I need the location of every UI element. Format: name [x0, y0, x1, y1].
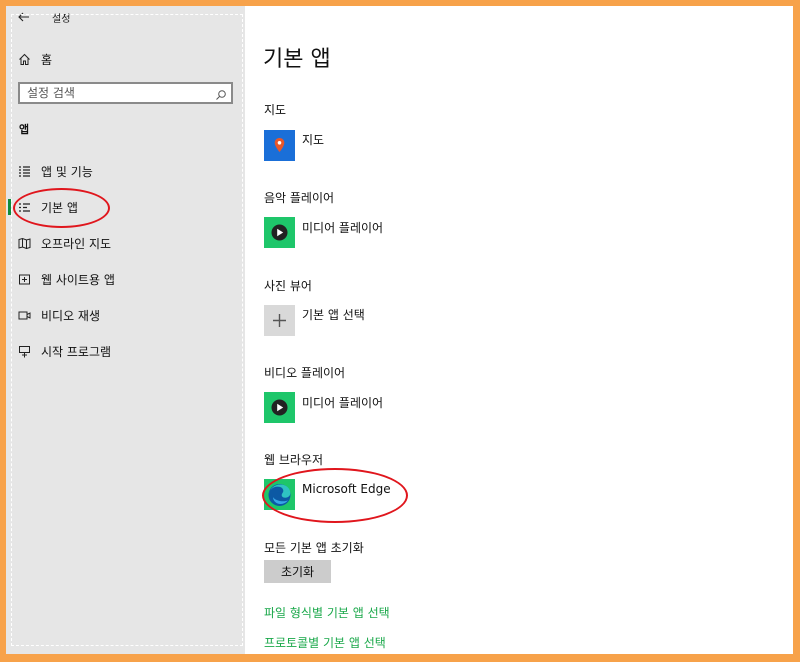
sidebar-item-default-apps[interactable]: 기본 앱 — [6, 193, 245, 221]
sidebar-item-offline-maps[interactable]: 오프라인 지도 — [6, 229, 245, 257]
app-name-video-player[interactable]: 미디어 플레이어 — [302, 394, 383, 411]
video-playback-icon — [17, 308, 31, 322]
app-name-web-browser[interactable]: Microsoft Edge — [302, 482, 391, 496]
settings-window: 설정 홈 앱 앱 및 기능 기본 앱 — [6, 6, 793, 654]
search-input[interactable] — [20, 84, 217, 102]
active-indicator — [8, 199, 11, 215]
app-name-maps[interactable]: 지도 — [302, 131, 324, 148]
apps-for-websites-icon — [17, 272, 31, 286]
sidebar-item-apps-features[interactable]: 앱 및 기능 — [6, 157, 245, 185]
group-label-photo-viewer: 사진 뷰어 — [264, 279, 312, 293]
app-name-music-player[interactable]: 미디어 플레이어 — [302, 219, 383, 236]
sidebar-item-apps-for-websites[interactable]: 웹 사이트용 앱 — [6, 265, 245, 293]
music-player-app-tile[interactable] — [264, 217, 295, 248]
group-label-video-player: 비디오 플레이어 — [264, 366, 346, 380]
photo-viewer-app-tile[interactable] — [264, 305, 295, 336]
sidebar-item-label: 시작 프로그램 — [41, 344, 112, 359]
sidebar-item-video-playback[interactable]: 비디오 재생 — [6, 301, 245, 329]
maps-app-icon — [274, 138, 285, 152]
plus-icon — [273, 314, 286, 327]
sidebar-item-label: 앱 및 기능 — [41, 164, 93, 179]
page-title: 기본 앱 — [263, 47, 331, 72]
home-icon — [17, 52, 31, 66]
startup-icon — [17, 344, 31, 358]
apps-features-icon — [17, 164, 31, 178]
sidebar-item-label: 오프라인 지도 — [41, 236, 112, 251]
home-label: 홈 — [41, 52, 53, 67]
main-panel: 기본 앱 지도 지도 음악 플레이어 미디어 플레이어 사진 뷰어 기본 앱 선… — [245, 6, 793, 654]
offline-maps-icon — [17, 236, 31, 250]
back-button[interactable] — [14, 8, 34, 26]
group-label-music-player: 음악 플레이어 — [264, 191, 335, 205]
section-label-apps: 앱 — [19, 123, 30, 136]
home-nav-item[interactable]: 홈 — [17, 48, 237, 70]
default-apps-icon — [17, 200, 31, 214]
window-title: 설정 — [52, 14, 71, 25]
media-player-icon — [271, 224, 288, 241]
link-choose-by-protocol[interactable]: 프로토콜별 기본 앱 선택 — [264, 634, 386, 651]
sidebar-item-label: 웹 사이트용 앱 — [41, 272, 115, 287]
web-browser-app-tile[interactable] — [264, 479, 295, 510]
reset-button[interactable]: 초기화 — [264, 560, 331, 583]
sidebar: 설정 홈 앱 앱 및 기능 기본 앱 — [6, 6, 245, 654]
search-icon[interactable] — [215, 86, 227, 105]
video-player-app-tile[interactable] — [264, 392, 295, 423]
sidebar-item-label: 기본 앱 — [41, 200, 78, 215]
back-arrow-icon — [18, 12, 29, 22]
edge-browser-icon — [268, 484, 291, 506]
selection-border — [11, 14, 243, 646]
app-name-photo-viewer[interactable]: 기본 앱 선택 — [302, 306, 365, 323]
group-label-web-browser: 웹 브라우저 — [264, 453, 324, 467]
title-bar: 설정 — [6, 6, 245, 28]
group-label-maps: 지도 — [264, 103, 287, 117]
reset-label: 모든 기본 앱 초기화 — [264, 541, 364, 555]
sidebar-item-label: 비디오 재생 — [41, 308, 101, 323]
search-box — [18, 82, 233, 104]
link-choose-by-file-type[interactable]: 파일 형식별 기본 앱 선택 — [264, 604, 390, 621]
maps-app-tile[interactable] — [264, 130, 295, 161]
media-player-icon — [271, 399, 288, 416]
sidebar-item-startup[interactable]: 시작 프로그램 — [6, 337, 245, 365]
